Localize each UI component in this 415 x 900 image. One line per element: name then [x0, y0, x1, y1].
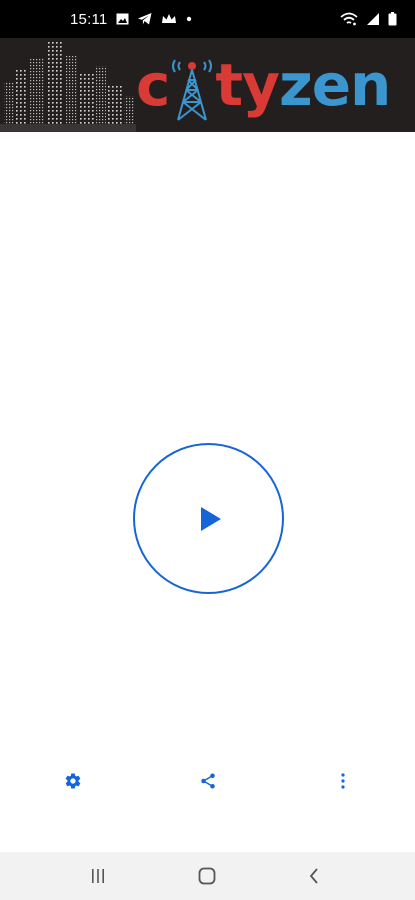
- share-icon: [201, 773, 215, 789]
- logo-letters-ty: ty: [215, 51, 280, 119]
- logo-letters-zen: zen: [278, 51, 391, 119]
- banner-logo: c ty zen: [136, 50, 391, 121]
- status-bar: 15:11: [0, 0, 415, 38]
- more-vertical-icon: [341, 773, 345, 789]
- home-icon: [198, 867, 216, 885]
- crown-icon: [161, 13, 177, 25]
- recents-button[interactable]: [68, 852, 128, 900]
- telegram-icon: [138, 13, 152, 25]
- status-right: [340, 0, 397, 38]
- signal-icon: [366, 12, 380, 26]
- app-banner: c ty zen: [0, 38, 415, 132]
- gallery-icon: [116, 13, 129, 25]
- settings-button[interactable]: [58, 766, 88, 796]
- logo-letter-c: c: [136, 51, 170, 119]
- radio-tower-icon: [169, 54, 215, 121]
- play-button[interactable]: [133, 443, 284, 594]
- city-skyline-image: [0, 38, 136, 132]
- status-left: 15:11: [70, 0, 192, 38]
- dot-icon: [186, 16, 192, 22]
- back-icon: [309, 868, 318, 884]
- gear-icon: [65, 773, 81, 789]
- wifi-icon: [340, 12, 358, 26]
- back-button[interactable]: [284, 852, 344, 900]
- play-icon: [200, 506, 221, 531]
- home-button[interactable]: [177, 852, 237, 900]
- status-time: 15:11: [70, 10, 108, 28]
- more-options-button[interactable]: [328, 766, 358, 796]
- battery-icon: [388, 12, 397, 26]
- system-nav-bar: [0, 852, 415, 900]
- share-button[interactable]: [193, 766, 223, 796]
- recents-icon: [92, 869, 104, 883]
